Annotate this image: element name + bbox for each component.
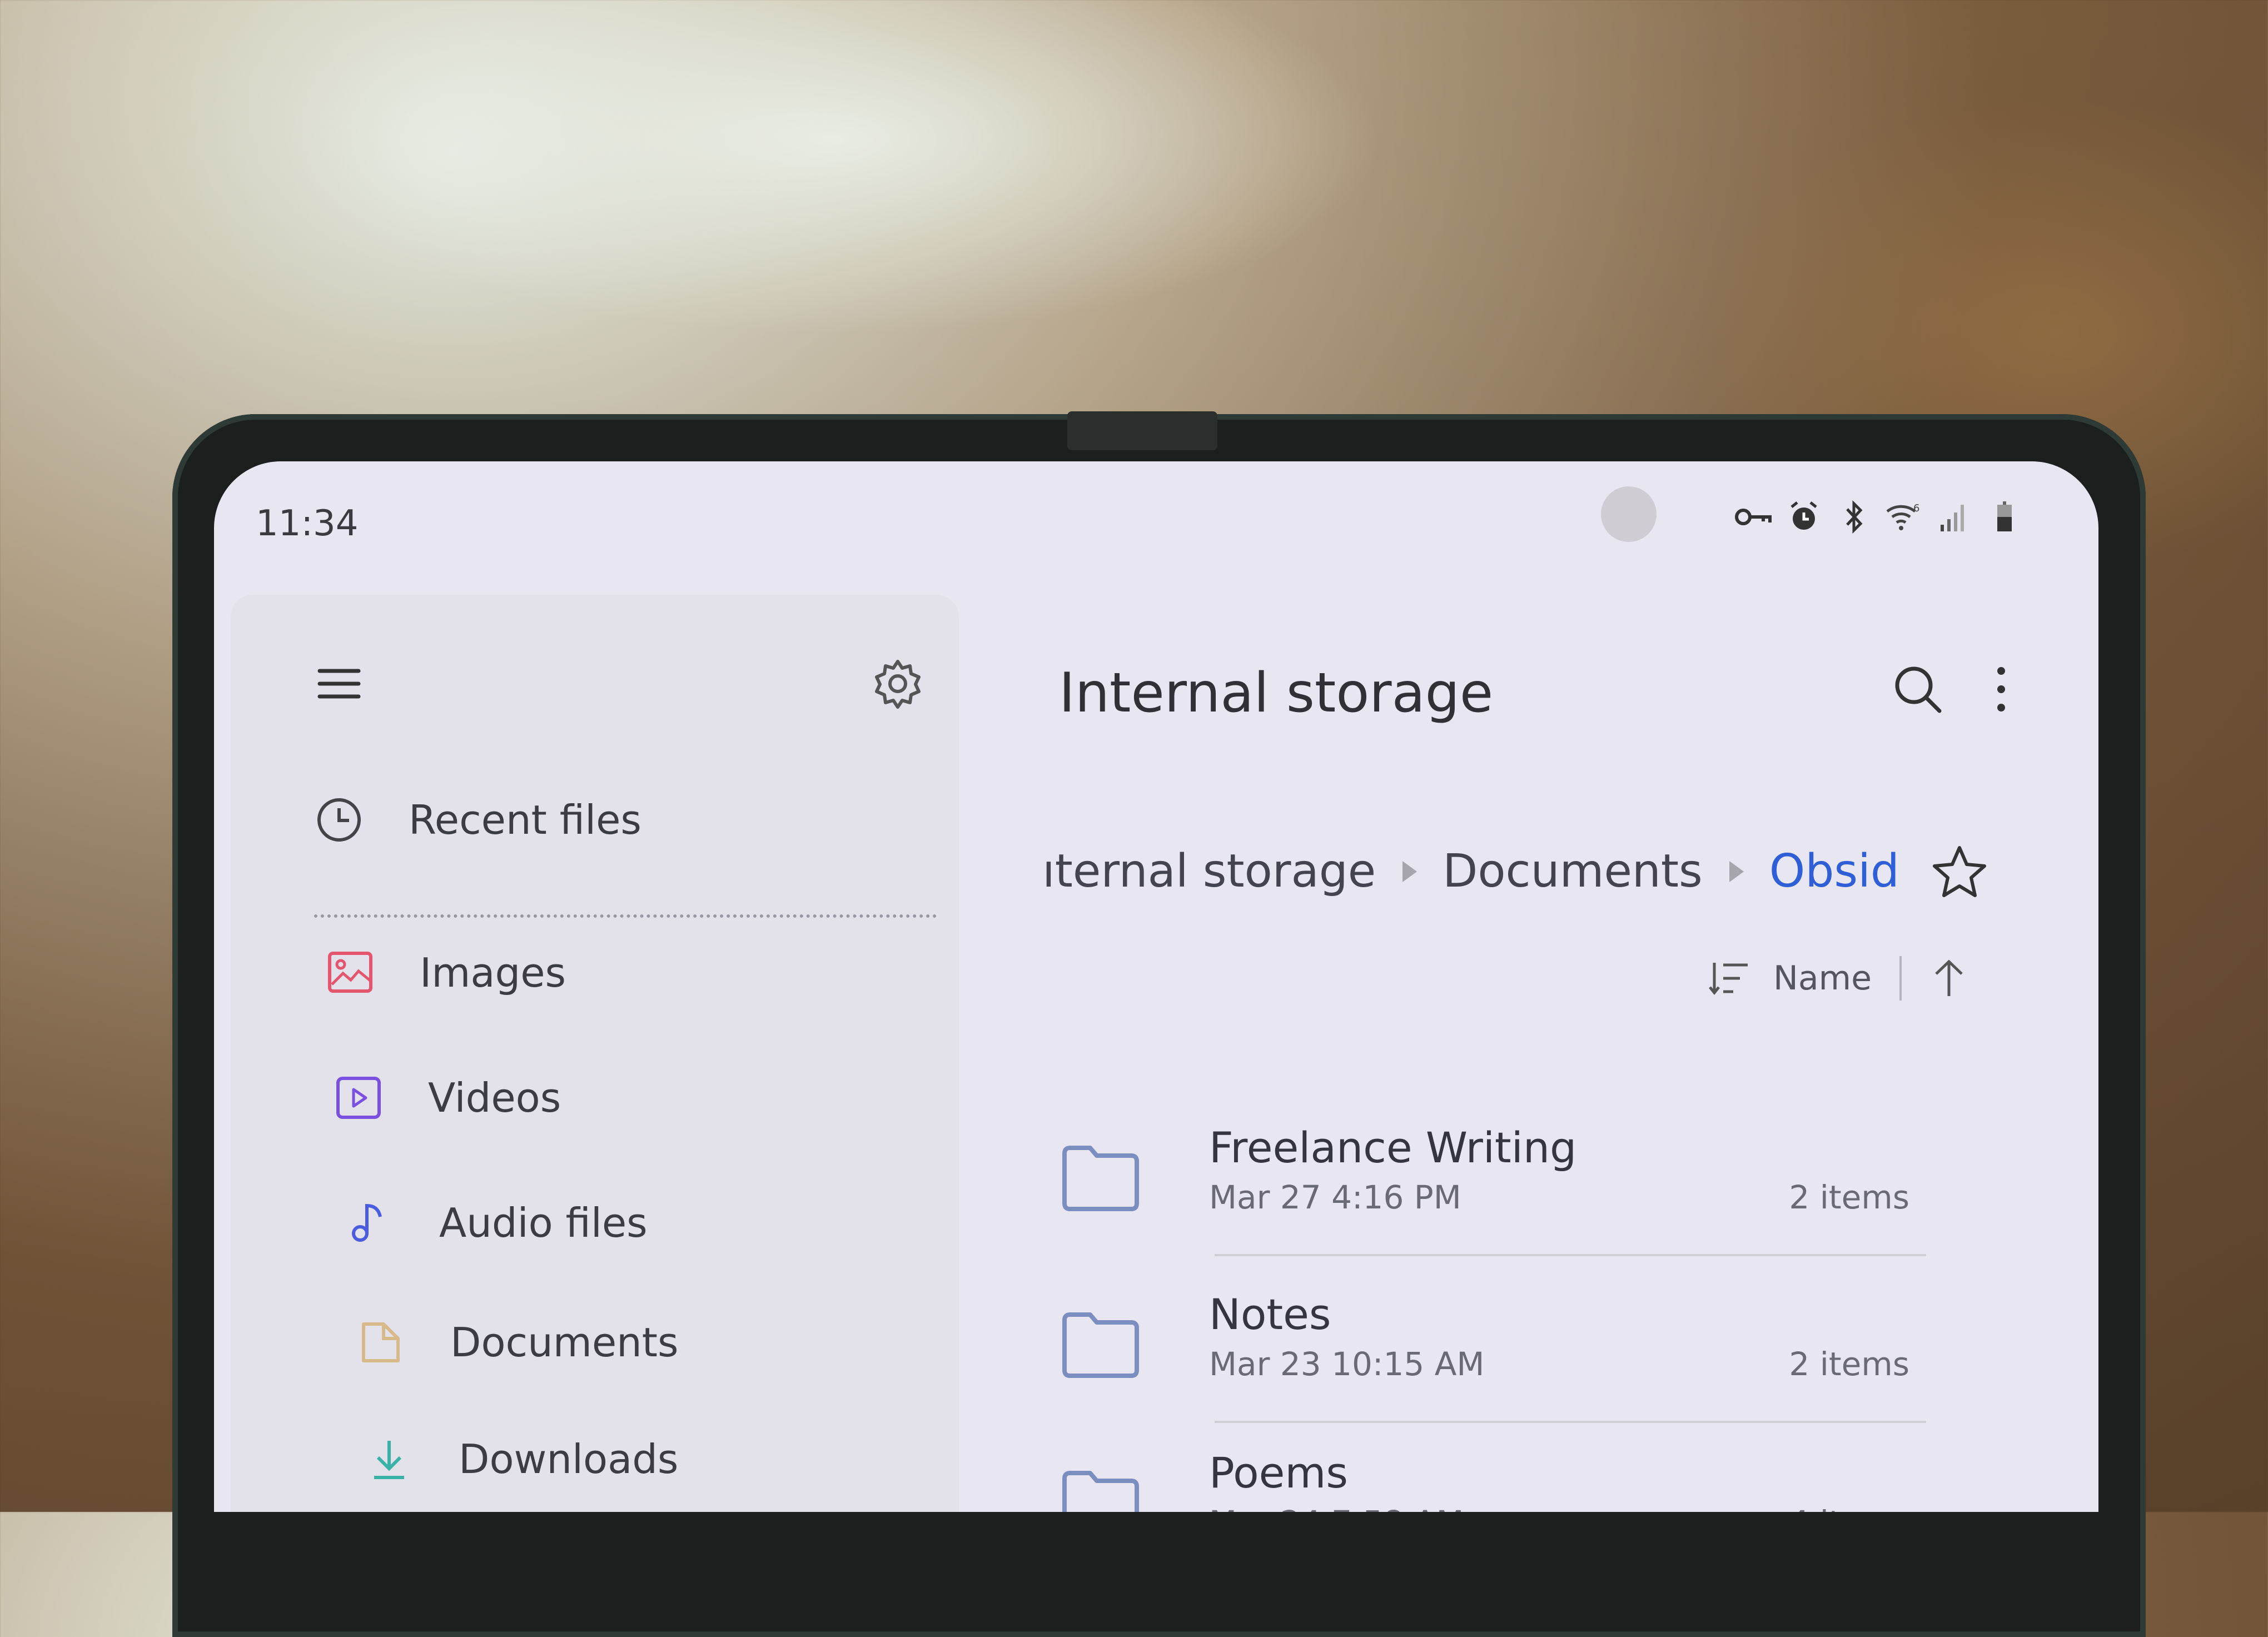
file-name: Notes [1209,1290,1331,1339]
phone-hinge [1067,411,1217,450]
alarm-icon [1784,500,1823,534]
drawer-divider [314,914,937,918]
file-row[interactable]: Freelance Writing Mar 27 4:16 PM 2 items [1059,1112,1971,1256]
signal-icon [1934,500,1973,534]
drawer-item-images[interactable]: Images [325,948,566,998]
file-item-count: 2 items [1789,1178,1909,1216]
folder-icon [1059,1142,1142,1215]
clock-icon [314,795,364,845]
drawer-item-label: Images [420,949,566,996]
row-divider [1215,1254,1926,1256]
drawer-item-label: Audio files [439,1200,648,1246]
hamburger-icon[interactable] [314,659,364,709]
breadcrumb: ıternal storage Documents Obsidian [1042,845,1898,898]
more-vertical-icon[interactable] [1984,659,2018,720]
bluetooth-icon [1834,500,1873,534]
download-icon [364,1434,414,1484]
sort-separator [1899,956,1902,1001]
video-icon [334,1073,384,1123]
wifi-6-icon: 6 [1884,500,1923,534]
breadcrumb-documents[interactable]: Documents [1443,845,1703,898]
document-icon [356,1317,406,1367]
sort-by-label[interactable]: Name [1773,959,1872,998]
image-icon [325,948,375,998]
folder-icon [1059,1309,1142,1381]
vpn-key-icon [1734,500,1773,534]
drawer-item-audio-files[interactable]: Audio files [345,1198,648,1248]
sort-bar: Name [1707,956,1968,1001]
file-item-count: 4 items [1789,1504,1909,1512]
sort-icon[interactable] [1707,956,1757,1001]
gear-icon[interactable] [870,656,926,711]
star-outline-icon[interactable] [1929,842,1990,903]
drawer-item-videos[interactable]: Videos [334,1073,561,1123]
svg-text:6: 6 [1913,502,1919,514]
drawer-item-recent-files[interactable]: Recent files [314,795,641,845]
file-item-count: 2 items [1789,1345,1909,1383]
drawer-item-label: Documents [450,1319,679,1366]
file-name: Poems [1209,1448,1349,1497]
main-pane: Internal storage ıternal storage Documen… [959,550,2098,1512]
arrow-up-icon[interactable] [1929,956,1968,1001]
breadcrumb-obsidian[interactable]: Obsidian [1769,845,1898,898]
breadcrumb-separator-icon [1725,858,1747,885]
music-note-icon [345,1198,395,1248]
file-name: Freelance Writing [1209,1123,1577,1172]
row-divider [1215,1421,1926,1423]
drawer-item-documents[interactable]: Documents [356,1317,679,1367]
status-icons: 6 [1734,500,2023,534]
file-date: Mar 23 10:15 AM [1209,1345,1485,1383]
breadcrumb-internal-storage[interactable]: ıternal storage [1042,845,1376,898]
drawer-item-label: Videos [428,1074,561,1121]
search-icon[interactable] [1887,659,1948,720]
drawer-item-label: Recent files [409,797,641,843]
file-date: Mar 24 7:58 AM [1209,1504,1464,1512]
drawer-item-label: Downloads [459,1436,679,1482]
status-bar: 11:34 6 [214,461,2098,550]
breadcrumb-separator-icon [1398,858,1420,885]
navigation-drawer: Recent files Images Videos Audio files D… [231,595,959,1512]
battery-icon [1984,500,2023,534]
status-time: 11:34 [256,503,359,544]
folder-icon [1059,1467,1142,1512]
page-title: Internal storage [1059,661,1494,725]
file-row[interactable]: Notes Mar 23 10:15 AM 2 items [1059,1278,1971,1423]
drawer-item-downloads[interactable]: Downloads [364,1434,678,1484]
phone-screen: 11:34 6 Recent files Images Videos Audio… [214,461,2098,1512]
front-camera [1601,486,1657,542]
file-date: Mar 27 4:16 PM [1209,1178,1461,1216]
file-row[interactable]: Poems Mar 24 7:58 AM 4 items [1059,1437,1971,1512]
